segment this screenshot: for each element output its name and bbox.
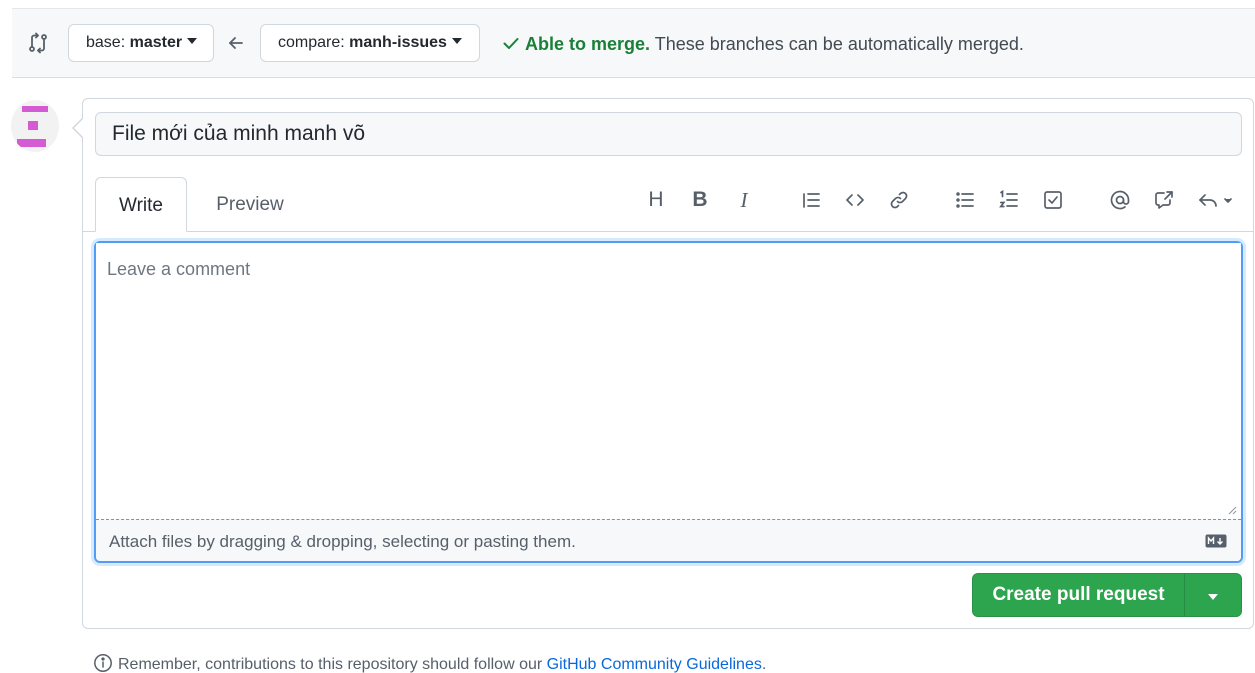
- heading-icon[interactable]: H: [643, 188, 669, 212]
- mention-icon[interactable]: [1107, 188, 1133, 212]
- markdown-icon[interactable]: [1205, 534, 1227, 548]
- reference-icon[interactable]: [1151, 188, 1177, 212]
- compare-branch-selector[interactable]: compare: manh-issues: [260, 24, 480, 62]
- info-icon: [94, 654, 112, 672]
- community-guidelines-link[interactable]: GitHub Community Guidelines: [547, 656, 762, 673]
- link-icon[interactable]: [886, 188, 912, 212]
- create-options-dropdown[interactable]: [1184, 573, 1242, 617]
- quote-icon[interactable]: [798, 188, 824, 212]
- compare-bar: base: master compare: manh-issues Able t…: [12, 8, 1255, 78]
- merge-status: Able to merge. These branches can be aut…: [501, 33, 1024, 55]
- comment-textarea[interactable]: [96, 243, 1241, 519]
- attach-files-bar[interactable]: Attach files by dragging & dropping, sel…: [96, 519, 1241, 561]
- timeline-arrow-inner: [74, 119, 83, 137]
- base-branch-selector[interactable]: base: master: [68, 24, 214, 62]
- avatar-pixel: [28, 121, 38, 130]
- merge-message: These branches can be automatically merg…: [650, 34, 1024, 54]
- caret-down-icon: [187, 38, 198, 44]
- git-compare-icon: [29, 32, 47, 54]
- saved-replies-icon[interactable]: [1195, 188, 1239, 212]
- avatar[interactable]: [11, 100, 59, 152]
- pr-title-input[interactable]: [95, 112, 1242, 156]
- check-icon: [503, 38, 519, 49]
- unordered-list-icon[interactable]: [952, 188, 978, 212]
- task-list-icon[interactable]: [1040, 188, 1066, 212]
- comment-editor: Attach files by dragging & dropping, sel…: [94, 241, 1243, 563]
- create-pull-request-button[interactable]: Create pull request: [972, 573, 1185, 617]
- bold-icon[interactable]: B: [687, 188, 713, 212]
- contribution-notice: Remember, contributions to this reposito…: [93, 653, 766, 673]
- notice-end: .: [761, 656, 767, 673]
- avatar-pixel: [22, 106, 48, 112]
- base-branch-name: master: [129, 34, 183, 51]
- caret-down-icon: [451, 38, 462, 44]
- avatar-pixel: [17, 139, 46, 147]
- notice-text: Remember, contributions to this reposito…: [118, 656, 547, 673]
- attach-files-text: Attach files by dragging & dropping, sel…: [109, 532, 576, 551]
- tab-write[interactable]: Write: [95, 177, 187, 232]
- tab-preview[interactable]: Preview: [205, 177, 295, 232]
- italic-icon[interactable]: I: [731, 188, 757, 212]
- base-label: base:: [86, 34, 130, 51]
- resize-handle-icon[interactable]: [1227, 505, 1237, 515]
- merge-ok-text: Able to merge.: [525, 34, 651, 54]
- caret-down-icon: [1208, 594, 1218, 600]
- ordered-list-icon[interactable]: [996, 188, 1022, 212]
- arrow-left-icon: [229, 37, 243, 49]
- code-icon[interactable]: [842, 188, 868, 212]
- compare-branch-name: manh-issues: [349, 34, 447, 51]
- compare-label: compare:: [278, 34, 350, 51]
